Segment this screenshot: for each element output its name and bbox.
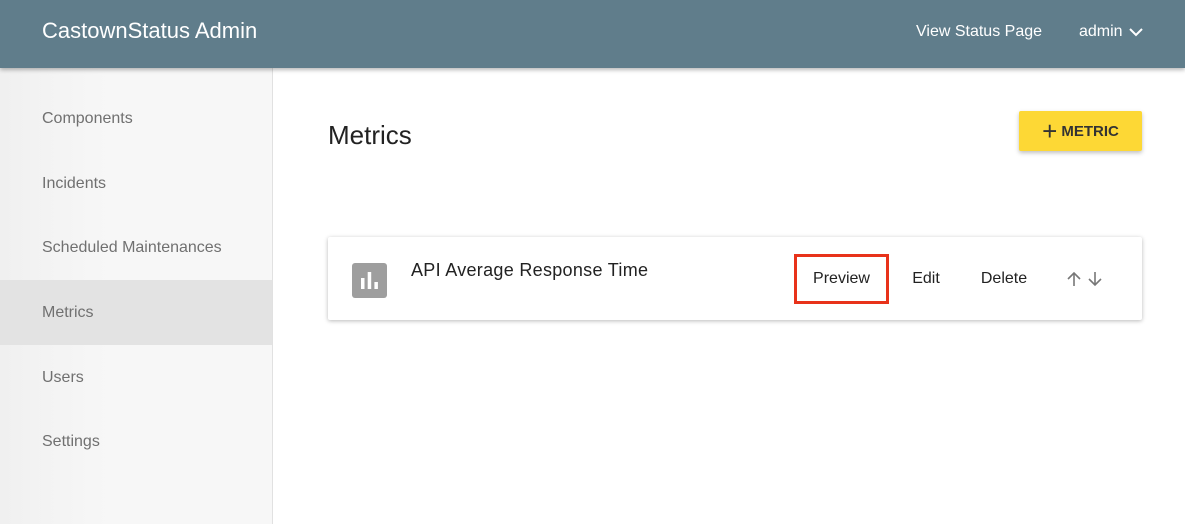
metric-name: API Average Response Time	[411, 260, 649, 280]
edit-button[interactable]: Edit	[903, 255, 949, 302]
view-status-page-link[interactable]: View Status Page	[916, 23, 1042, 41]
page-title: Metrics	[328, 120, 412, 150]
delete-button[interactable]: Delete	[972, 255, 1036, 302]
sidebar-item-label: Incidents	[42, 174, 107, 192]
sidebar-item-label: Users	[42, 368, 84, 386]
plus-icon: +	[1042, 116, 1058, 146]
sidebar-item-users[interactable]: Users	[0, 345, 272, 410]
sidebar-item-metrics[interactable]: Metrics	[0, 280, 272, 345]
sidebar-item-settings[interactable]: Settings	[0, 409, 272, 474]
arrow-up-icon	[1067, 271, 1081, 286]
sidebar-item-incidents[interactable]: Incidents	[0, 151, 272, 216]
metric-card: API Average Response Time Preview Edit D…	[328, 237, 1142, 320]
arrow-down-icon	[1088, 272, 1102, 287]
add-metric-label: METRIC	[1061, 122, 1119, 140]
sidebar-item-label: Settings	[42, 432, 100, 450]
sidebar: Components Incidents Scheduled Maintenan…	[0, 68, 273, 524]
move-down-button[interactable]	[1085, 267, 1105, 291]
preview-button[interactable]: Preview	[794, 254, 889, 304]
add-metric-button[interactable]: + METRIC	[1019, 111, 1142, 151]
sidebar-item-components[interactable]: Components	[0, 86, 272, 151]
user-name: admin	[1079, 23, 1123, 40]
top-app-bar: CastownStatus Admin View Status Page adm…	[0, 0, 1185, 68]
move-up-button[interactable]	[1064, 267, 1084, 291]
sidebar-item-label: Metrics	[42, 303, 94, 321]
sidebar-item-label: Scheduled Maintenances	[42, 238, 222, 256]
sidebar-item-label: Components	[42, 109, 133, 127]
app-title: CastownStatus Admin	[42, 18, 258, 43]
bar-chart-icon	[352, 263, 387, 298]
user-menu[interactable]: admin	[1079, 23, 1143, 41]
chevron-down-icon	[1128, 27, 1143, 36]
sidebar-item-scheduled-maintenances[interactable]: Scheduled Maintenances	[0, 215, 272, 280]
